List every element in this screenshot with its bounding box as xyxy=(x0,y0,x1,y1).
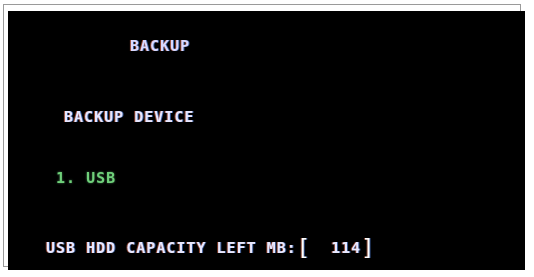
capacity-row: USB HDD CAPACITY LEFT MB:[ 114] xyxy=(46,234,376,261)
usb-device-option[interactable]: 1. USB xyxy=(56,169,116,187)
capacity-open-bracket: [ xyxy=(296,236,312,261)
capacity-close-bracket: ] xyxy=(361,236,376,261)
osd-screen: BACKUP BACKUP DEVICE 1. USB USB HDD CAPA… xyxy=(8,11,525,270)
capacity-label: USB HDD CAPACITY LEFT MB: xyxy=(46,239,297,257)
backup-device-label: BACKUP DEVICE xyxy=(64,108,195,126)
page-title: BACKUP xyxy=(130,37,191,55)
capacity-value: 114 xyxy=(311,239,362,257)
